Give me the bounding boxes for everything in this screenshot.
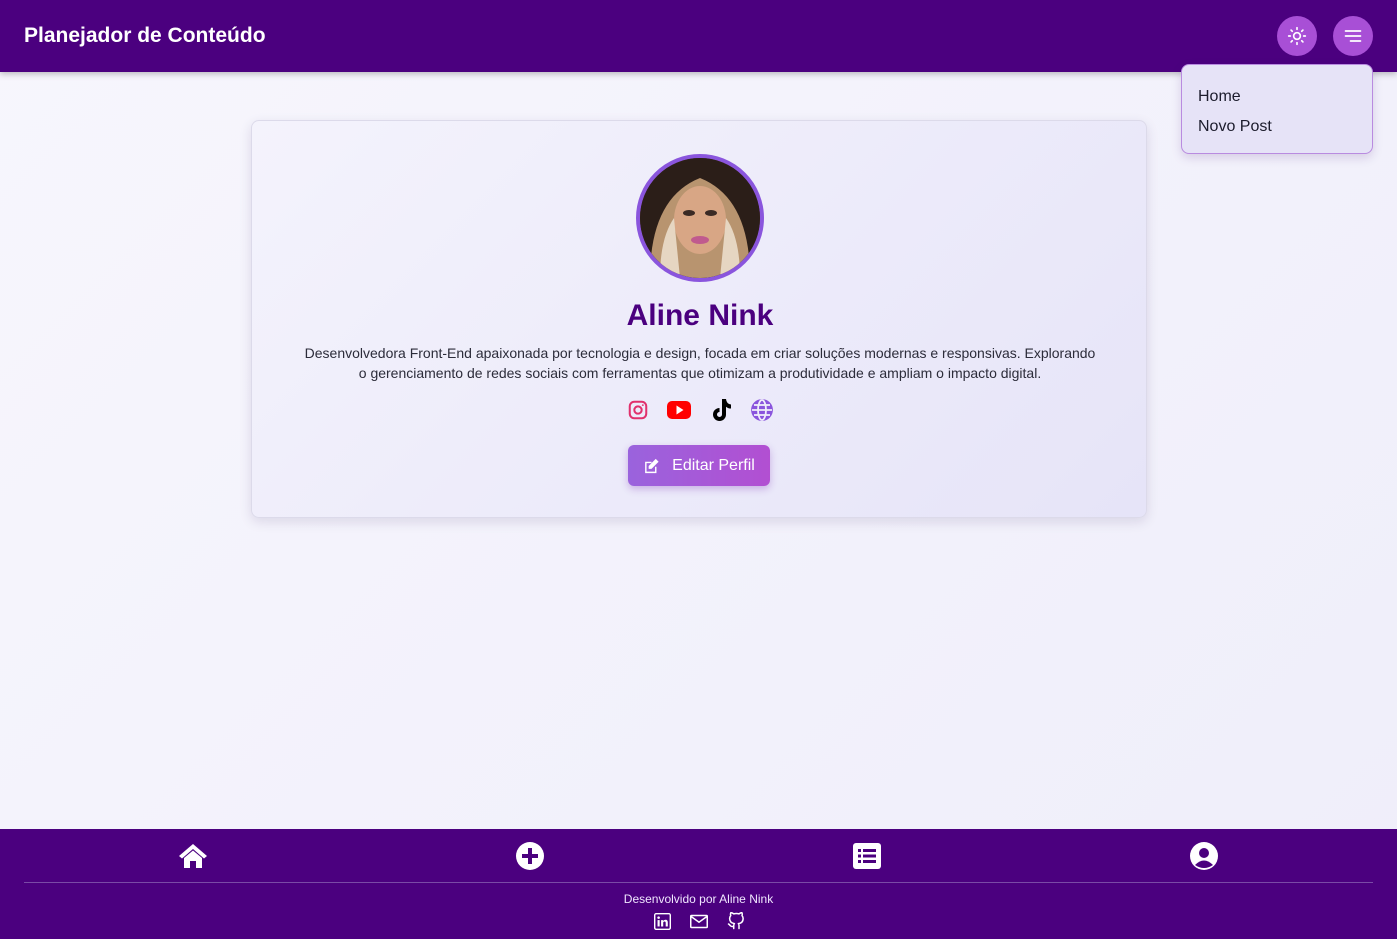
youtube-link[interactable] [667,398,692,422]
user-circle-icon [1190,842,1218,870]
nav-home[interactable] [178,842,208,870]
email-link[interactable] [690,912,708,930]
linkedin-link[interactable] [653,912,671,930]
nav-profile[interactable] [1189,842,1219,870]
theme-toggle-button[interactable] [1277,16,1317,56]
dropdown-item-home[interactable]: Home [1198,81,1356,113]
top-header: Planejador de Conteúdo [0,0,1397,72]
dropdown-item-novo-post[interactable]: Novo Post [1198,111,1356,143]
edit-profile-label: Editar Perfil [672,456,755,474]
avatar [636,154,764,282]
profile-card: Aline Nink Desenvolvedora Front-End apai… [251,120,1147,518]
edit-icon [645,458,659,473]
footer-credit: Desenvolvido por Aline Nink [623,892,774,906]
github-link[interactable] [727,912,745,930]
footer-divider [24,882,1373,883]
profile-name: Aline Nink [626,299,774,332]
instagram-icon [628,400,648,420]
avatar-portrait [640,158,760,278]
nav-posts-list[interactable] [852,842,882,870]
footer-links [653,912,745,930]
profile-bio: Desenvolvedora Front-End apaixonada por … [304,345,1096,381]
app-title: Planejador de Conteúdo [24,24,266,47]
plus-circle-icon [516,842,544,870]
tiktok-link[interactable] [709,398,733,422]
sun-icon [1287,26,1307,46]
youtube-icon [667,401,692,419]
linkedin-icon [653,912,671,930]
nav-new-post[interactable] [515,842,545,870]
nav-dropdown: Home Novo Post [1181,64,1373,154]
website-link[interactable] [750,398,774,422]
home-icon [179,844,207,868]
globe-icon [751,399,773,421]
mail-icon [690,914,708,928]
social-links [626,397,774,423]
hamburger-menu-icon [1344,30,1362,42]
menu-button[interactable] [1333,16,1373,56]
instagram-link[interactable] [626,398,650,422]
github-icon [727,912,744,930]
bottom-nav-footer: Desenvolvido por Aline Nink [0,829,1397,939]
list-icon [853,843,881,869]
edit-profile-button[interactable]: Editar Perfil [628,445,770,486]
tiktok-icon [712,399,731,421]
